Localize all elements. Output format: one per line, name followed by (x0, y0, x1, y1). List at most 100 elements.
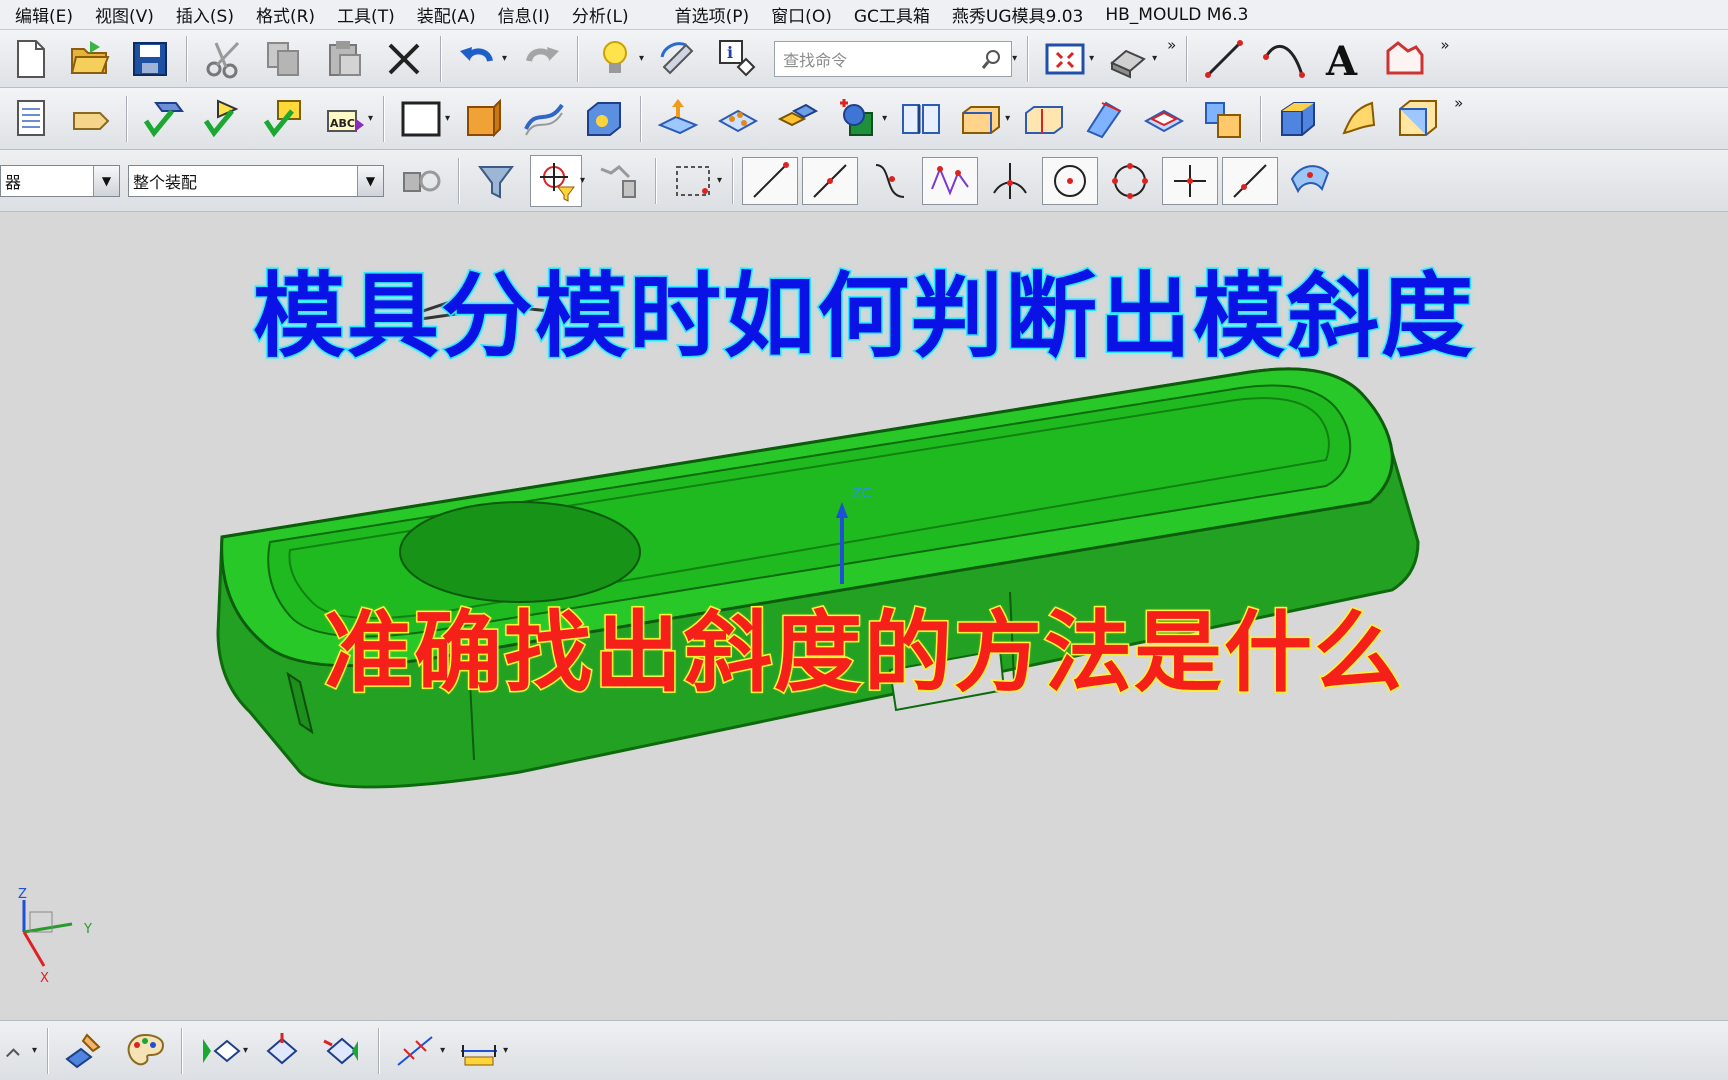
snap-control-point-toggle[interactable] (922, 156, 979, 205)
line-button[interactable] (1198, 33, 1250, 85)
book-shape-button[interactable] (895, 93, 947, 145)
command-finder-input[interactable]: 查找命令 (774, 40, 1013, 77)
selection-scope-select[interactable]: 整个装配 ▼ (128, 164, 384, 197)
save-button[interactable] (124, 33, 176, 85)
arc-button[interactable] (1258, 33, 1310, 85)
menu-gc-toolkit[interactable]: GC工具箱 (843, 2, 941, 27)
snap-endpoint-toggle[interactable] (742, 156, 799, 205)
fit-view-button[interactable] (1039, 33, 1091, 85)
box-button[interactable] (1392, 93, 1444, 145)
rectangle-select-dropdown-arrow[interactable]: ▾ (717, 175, 722, 186)
snap-intersection-toggle[interactable] (984, 155, 1036, 207)
menu-preferences[interactable]: 首选项(P) (664, 2, 761, 27)
view-front-button[interactable] (193, 1025, 245, 1077)
spell-check-dropdown-arrow[interactable]: ▾ (368, 113, 373, 124)
type-filter-button[interactable] (470, 155, 522, 207)
snap-arc-center-toggle[interactable] (1042, 156, 1099, 205)
snap-filter-button[interactable] (530, 154, 582, 207)
menu-tools[interactable]: 工具(T) (326, 2, 406, 27)
delete-button[interactable] (378, 33, 430, 85)
chain-select-button[interactable] (593, 155, 645, 207)
menu-edit[interactable]: 编辑(E) (4, 2, 84, 27)
copy-button[interactable] (258, 33, 310, 85)
block-button[interactable] (578, 93, 630, 145)
snap-point-on-surface-toggle[interactable] (1284, 155, 1336, 207)
open-button[interactable] (64, 33, 116, 85)
info-button[interactable]: i (712, 33, 764, 85)
assembly-constraint-button[interactable] (772, 93, 824, 145)
hints-dropdown-arrow[interactable]: ▾ (639, 53, 644, 64)
view-front-dropdown-arrow[interactable]: ▾ (243, 1045, 248, 1056)
sketch-button[interactable] (395, 93, 447, 145)
snap-curve-toggle[interactable] (864, 155, 916, 207)
split-body-dropdown-arrow[interactable]: ▾ (1005, 113, 1010, 124)
sweep-button[interactable] (1078, 93, 1130, 145)
ruler-button[interactable] (453, 1025, 505, 1077)
toolbar-overflow-chevron[interactable]: » (1454, 88, 1463, 112)
assembly-filter-button[interactable] (396, 155, 448, 207)
menu-information[interactable]: 信息(I) (487, 2, 561, 27)
toolbar-overflow-chevron[interactable]: » (1167, 30, 1176, 54)
fit-view-dropdown-arrow[interactable]: ▾ (1089, 53, 1094, 64)
menu-assembly[interactable]: 装配(A) (406, 2, 487, 27)
color-palette-button[interactable] (119, 1025, 171, 1077)
snap-midpoint-toggle[interactable] (802, 156, 859, 205)
menu-insert[interactable]: 插入(S) (165, 2, 245, 27)
boolean-dropdown-arrow[interactable]: ▾ (882, 113, 887, 124)
dimension-button[interactable] (390, 1025, 442, 1077)
boolean-button[interactable] (832, 93, 884, 145)
ruler-dropdown-arrow[interactable]: ▾ (503, 1045, 508, 1056)
menu-hb-mould[interactable]: HB_MOULD M6.3 (1094, 5, 1259, 25)
shaded-view-button[interactable] (1102, 33, 1154, 85)
split-body-button[interactable] (955, 93, 1007, 145)
pattern-feature-button[interactable] (712, 93, 764, 145)
hints-button[interactable] (589, 33, 641, 85)
solid-block-button[interactable] (1272, 93, 1324, 145)
view-top-button[interactable] (256, 1025, 308, 1077)
undo-dropdown-arrow[interactable]: ▾ (502, 53, 507, 64)
check-draft-button[interactable] (198, 93, 250, 145)
menu-analysis[interactable]: 分析(L) (561, 2, 640, 27)
measure-button[interactable] (4, 1025, 34, 1077)
text-button[interactable]: A (1318, 33, 1370, 85)
shape-button[interactable] (1378, 33, 1430, 85)
rotate-button[interactable] (652, 33, 704, 85)
label-button[interactable] (64, 93, 116, 145)
command-finder-dropdown-arrow[interactable]: ▾ (1012, 53, 1017, 64)
spell-check-button[interactable]: ABC (318, 93, 370, 145)
info-icon: i (719, 39, 756, 76)
undo-button[interactable] (452, 33, 504, 85)
offset-face-button[interactable] (1018, 93, 1070, 145)
sheet-button[interactable] (1332, 93, 1384, 145)
move-face-button[interactable] (652, 93, 704, 145)
snap-existing-point-toggle[interactable] (1162, 156, 1219, 205)
pad-button[interactable] (1138, 93, 1190, 145)
menu-view[interactable]: 视图(V) (84, 2, 165, 27)
check-part-button[interactable] (258, 93, 310, 145)
edit-display-button[interactable] (59, 1025, 111, 1077)
paste-button[interactable] (318, 33, 370, 85)
menu-yanxiu-mold[interactable]: 燕秀UG模具9.03 (941, 2, 1094, 27)
new-button[interactable] (4, 33, 56, 85)
sketch-dropdown-arrow[interactable]: ▾ (445, 113, 450, 124)
snap-point-on-curve-toggle[interactable] (1222, 156, 1279, 205)
menu-format[interactable]: 格式(R) (245, 2, 326, 27)
type-filter-select[interactable]: 器 ▼ (0, 164, 120, 197)
view-right-button[interactable] (316, 1025, 368, 1077)
dimension-dropdown-arrow[interactable]: ▾ (440, 1045, 445, 1056)
cut-button[interactable] (198, 33, 250, 85)
measure-dropdown-arrow[interactable]: ▾ (32, 1045, 37, 1056)
snap-filter-dropdown-arrow[interactable]: ▾ (580, 175, 585, 186)
redo-button[interactable] (515, 33, 567, 85)
check-geometry-button[interactable] (138, 93, 190, 145)
unite-button[interactable] (1198, 93, 1250, 145)
rectangle-select-button[interactable] (667, 155, 719, 207)
graphics-viewport[interactable]: ZC Z Y X 模具分模时如何判断出模斜度 准确找出斜度的方法是什么 (0, 212, 1728, 1020)
extrude-button[interactable] (458, 93, 510, 145)
shaded-view-dropdown-arrow[interactable]: ▾ (1152, 53, 1157, 64)
layer-settings-button[interactable] (4, 93, 56, 145)
toolbar-overflow-chevron[interactable]: » (1440, 30, 1449, 54)
menu-window[interactable]: 窗口(O) (760, 2, 843, 27)
surface-button[interactable] (518, 93, 570, 145)
snap-quadrant-toggle[interactable] (1104, 155, 1156, 207)
